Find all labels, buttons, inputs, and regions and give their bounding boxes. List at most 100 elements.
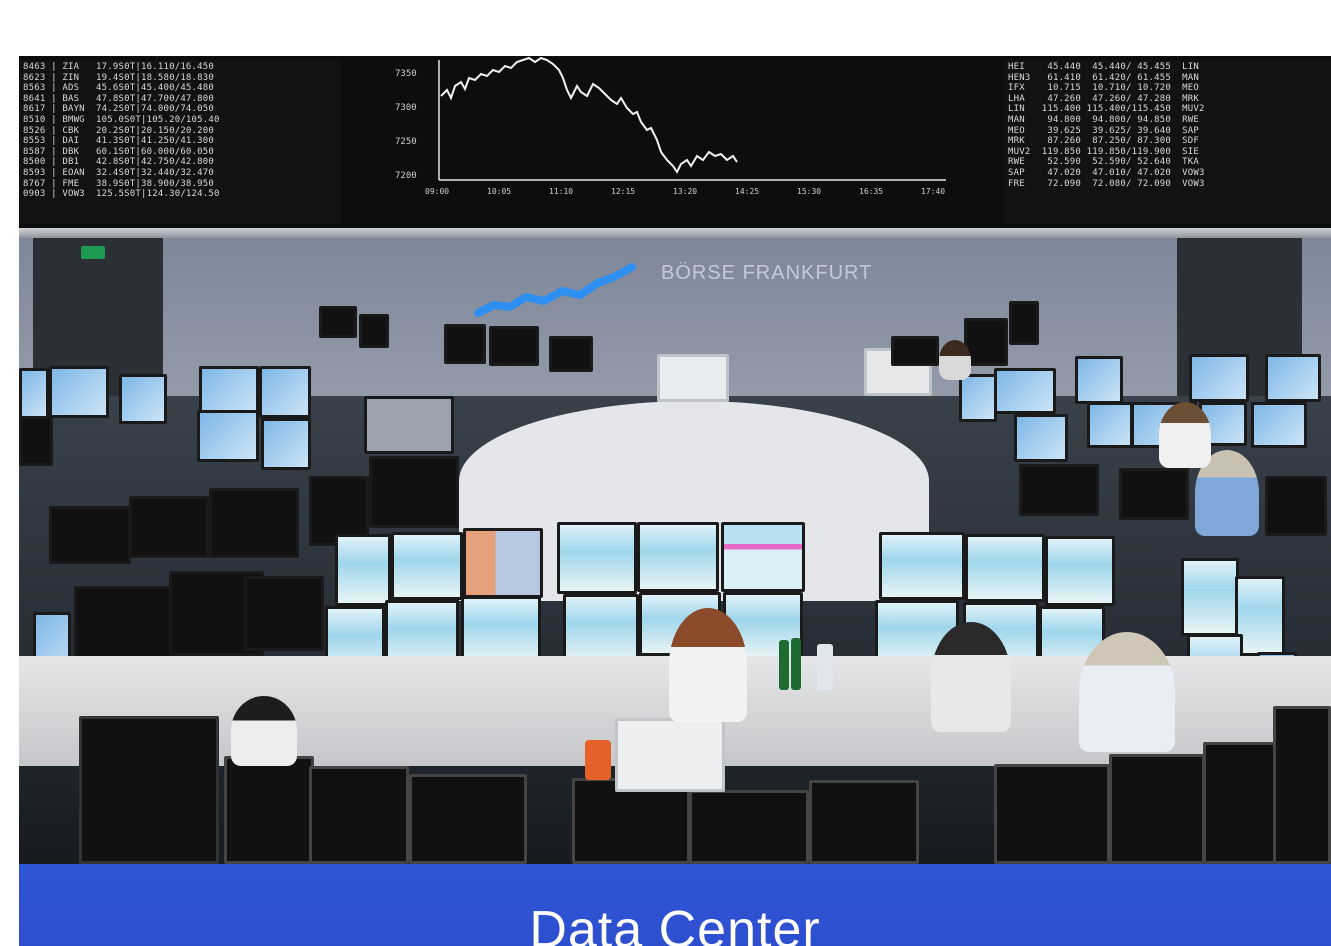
ticker-line: HEI 45.440 45.440/ 45.455 LIN [1008,62,1200,72]
index-chart-svg: 7350 7300 7250 7200 09:00 10:05 11:10 12:15 13:… [395,56,946,196]
monitor [197,410,259,462]
monitor [19,416,53,466]
ticker-line: SAP 47.020 47.010/ 47.020 VOW3 [1008,167,1205,178]
ticker-line: 8553 | DAI 41.3S0T|41.250/41.300 [23,136,215,147]
monitor [657,354,729,402]
monitor [891,336,939,366]
trader-person [669,608,747,722]
monitor [359,314,389,348]
monitor [1265,354,1321,402]
monitor [1119,468,1189,520]
monitor [994,764,1110,864]
trader-person [931,622,1011,732]
index-chart-display: 7350 7300 7250 7200 09:00 10:05 11:10 12:15 13:… [391,56,951,206]
wall-logo-graph [474,263,636,317]
ticker-board: 8463 | ZIA 17.9S0T|16.110/16.450 8623 | Z… [19,56,1331,228]
monitor [721,522,805,592]
chart-y-tick-label: 7200 [395,171,417,181]
ticker-line: 8500 | DB1 42.8S0T|42.750/42.800 [23,157,215,168]
ticker-line: MAN 94.800 94.800/ 94.850 RWE [1008,114,1200,125]
monitor [224,756,314,864]
trader-person [1159,402,1211,468]
banner-title: Data Center [529,901,821,946]
monitor [335,534,391,606]
bottle [817,644,833,690]
trader-person [1079,632,1175,752]
monitor [79,716,219,864]
monitor [244,576,324,651]
monitor [119,374,167,424]
monitor [563,594,639,664]
printer [615,718,725,792]
monitor [1075,356,1123,404]
monitor [319,306,357,338]
ticker-line: 8526 | CBK 20.2S0T|20.150/20.200 [23,125,215,136]
monitor [309,766,409,864]
monitor [369,456,459,528]
monitor [463,528,543,598]
monitor [409,774,527,864]
ticker-line: 8623 | ZIN 19.4S0T|18.580/18.830 [23,72,215,83]
monitor [199,366,259,416]
monitor [557,522,637,594]
monitor [391,532,463,600]
monitor [879,532,965,600]
ticker-line: RWE 52.590 52.590/ 52.640 TKA [1008,157,1200,168]
ticker-line: 0903 | VOW3 125.5S0T|124.30/124.50 [23,189,220,200]
chart-x-tick-label: 11:10 [549,187,573,196]
chart-y-tick-label: 7300 [395,103,417,113]
monitor [994,368,1056,414]
ticker-line: LHA 47.260 47.260/ 47.280 MRK [1008,93,1200,104]
ticker-panel-left: 8463 | ZIA 17.9S0T|16.110/16.450 8623 | Z… [19,60,342,224]
ticker-line: MUV2 119.850 119.850/119.900 SIE [1008,146,1200,157]
trading-floor-photo: 8463 | ZIA 17.9S0T|16.110/16.450 8623 | Z… [19,56,1331,864]
monitor [1273,706,1331,864]
monitor [1087,402,1133,448]
ticker-line: HEN3 61.410 61.420/ 61.455 MAN [1008,72,1200,83]
bottle [791,638,801,690]
monitor [1014,414,1068,462]
chart-y-tick-label: 7250 [395,137,417,147]
monitor [1009,301,1039,345]
monitor [209,488,299,558]
ticker-line: LIN 115.400 115.400/115.450 MUV2 [1008,104,1205,115]
ticker-line: MRK 87.260 87.250/ 87.300 SDF [1008,136,1200,147]
wall-exchange-name: BÖRSE FRANKFURT [661,262,873,284]
chart-x-tick-label: 15:30 [797,187,821,196]
bottle [779,640,789,690]
chart-y-tick-label: 7350 [395,69,417,79]
chart-x-tick-label: 10:05 [487,187,511,196]
monitor [74,586,174,666]
monitor [959,374,997,422]
monitor [1189,354,1249,402]
ticker-line: 8767 | FME 38.9S0T|38.900/38.950 [23,178,215,189]
chart-x-tick-label: 17:40 [921,187,945,196]
monitor [444,324,486,364]
ticker-line: 8463 | ZIA 17.9S0T|16.110/16.450 [23,62,215,72]
monitor [49,506,131,564]
monitor [49,366,109,418]
trader-person [231,696,297,766]
ticker-line: 8563 | ADS 45.6S0T|45.400/45.480 [23,83,215,94]
ticker-line: 8510 | BMWG 105.0S0T|105.20/105.40 [23,114,220,125]
orange-container [585,740,611,780]
exit-sign [81,246,105,259]
chart-x-tick-label: 13:20 [673,187,697,196]
monitor [1181,558,1239,636]
ticker-line: 8587 | DBK 60.1S0T|60.000/60.050 [23,146,215,157]
ticker-line: 8641 | BAS 47.8S0T|47.700/47.800 [23,93,215,104]
monitor [19,368,49,420]
ticker-panel-right: HEI 45.440 45.440/ 45.455 LIN HEN3 61.410… [1004,60,1331,224]
monitor [129,496,209,558]
monitor [1019,464,1099,516]
monitor [259,366,311,418]
ticker-line: 8617 | BAYN 74.2S0T|74.000/74.050 [23,104,215,115]
chart-x-tick-label: 14:25 [735,187,759,196]
index-price-line [440,56,738,174]
title-banner: Data Center [19,864,1331,946]
board-frame [19,228,1331,238]
monitor [489,326,539,366]
ticker-line: 8593 | EOAN 32.4S0T|32.440/32.470 [23,167,215,178]
monitor [461,596,541,664]
monitor [549,336,593,372]
